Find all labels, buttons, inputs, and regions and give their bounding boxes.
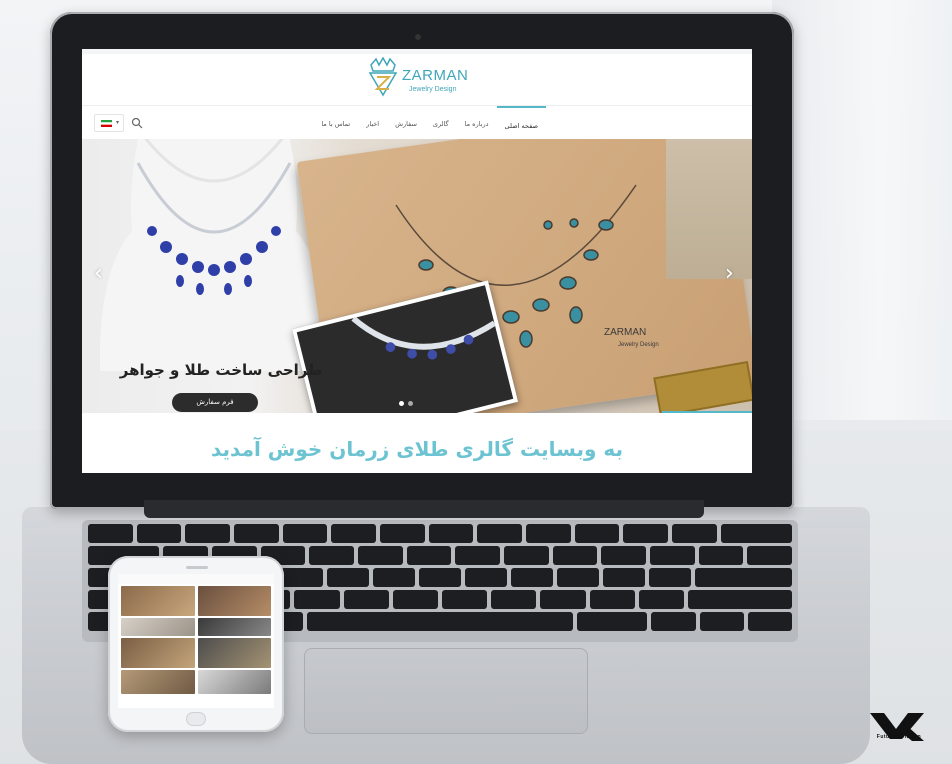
nav-item-contact[interactable]: تماس با ما [313, 106, 358, 140]
slider-dot[interactable] [408, 401, 413, 406]
phone-gallery-image [121, 638, 195, 668]
phone-gallery-image [121, 618, 195, 636]
chevron-right-icon[interactable]: › [725, 261, 734, 286]
phone-gallery-image [121, 670, 195, 694]
phone-mockup [108, 556, 284, 732]
phone-gallery-image [197, 586, 271, 616]
phone-gallery-image [197, 638, 271, 668]
laptop-screen: ZARMAN Jewelry Design صفحه اصلی درباره م… [82, 49, 752, 473]
trackpad [304, 648, 588, 734]
tools-image [666, 139, 752, 279]
nav-item-home[interactable]: صفحه اصلی [496, 106, 546, 140]
search-icon[interactable] [131, 117, 143, 129]
image-logo-name: ZARMAN [604, 327, 646, 338]
camera [415, 34, 421, 40]
nav-item-gallery[interactable]: گالری [425, 106, 457, 140]
watermark-text: Future Solution [876, 734, 922, 740]
logo-tagline: Jewelry Design [409, 86, 457, 93]
future-solution-logo-icon [870, 713, 924, 741]
slider-dot[interactable] [399, 401, 404, 406]
language-selector[interactable]: ▾ [94, 114, 124, 132]
phone-speaker [186, 566, 208, 569]
top-bar [82, 49, 752, 54]
iran-flag-icon [101, 120, 112, 127]
phone-site-header [118, 574, 274, 584]
phone-home-button [186, 712, 206, 726]
slider-dots [399, 401, 413, 406]
welcome-heading: به وبسایت گالری طلای زرمان خوش آمدید [210, 437, 624, 461]
nav-item-news[interactable]: اخبار [358, 106, 387, 140]
background-window [772, 0, 952, 420]
phone-gallery-image [197, 670, 271, 694]
hero-title: طراحی ساخت طلا و جواهر [119, 361, 323, 379]
laptop-hinge [144, 500, 704, 518]
crown-diamond-icon [368, 57, 398, 97]
hero-slider: ZARMAN Jewelry Design ‹ › طراحی ساخت طلا… [82, 139, 752, 413]
phone-gallery-image [121, 586, 195, 616]
chevron-down-icon: ▾ [116, 119, 120, 126]
phone-gallery-image [197, 618, 271, 636]
logo-name: ZARMAN [402, 67, 469, 84]
nav-item-about[interactable]: درباره ما [457, 106, 497, 140]
site-logo[interactable]: ZARMAN Jewelry Design [367, 55, 469, 99]
nav-item-order[interactable]: سفارش [387, 106, 425, 140]
phone-screen [118, 574, 274, 708]
order-form-button[interactable]: فرم سفارش [172, 393, 258, 412]
image-logo-tagline: Jewelry Design [618, 342, 659, 348]
slider-progress [662, 411, 752, 413]
navbar: صفحه اصلی درباره ما گالری سفارش اخبار تم… [82, 105, 752, 139]
main-nav: صفحه اصلی درباره ما گالری سفارش اخبار تم… [313, 106, 546, 140]
chevron-left-icon[interactable]: ‹ [94, 261, 103, 286]
